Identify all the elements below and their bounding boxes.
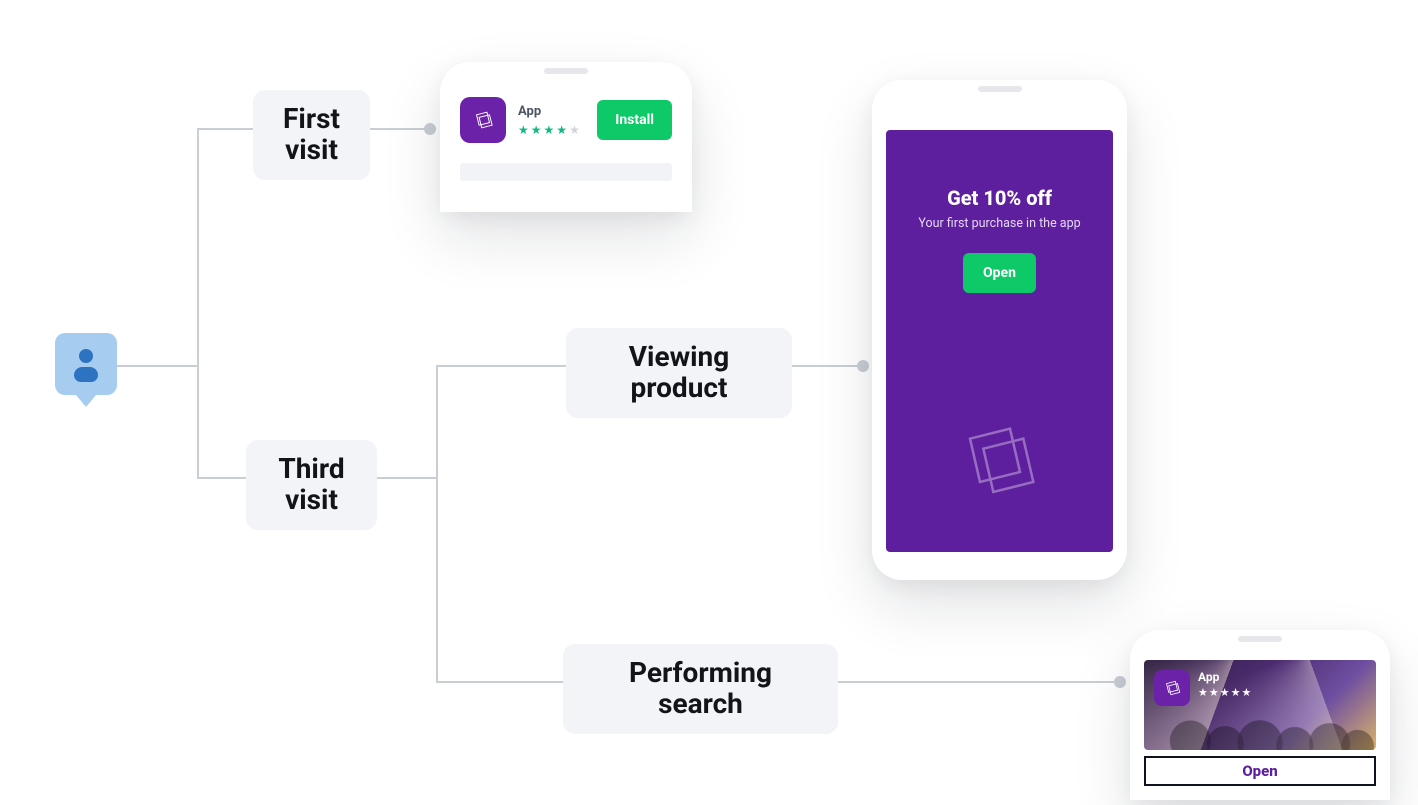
open-button[interactable]: Open: [1144, 756, 1376, 786]
connector: [436, 681, 566, 683]
offer-screen: Get 10% off Your first purchase in the a…: [886, 130, 1113, 552]
connector: [197, 128, 199, 479]
ticket-svg: [470, 107, 496, 133]
connector: [436, 365, 566, 367]
star-icon: ★: [1231, 686, 1241, 699]
app-name-label: App: [518, 104, 585, 119]
node-label: Third: [274, 454, 349, 485]
node-performing-search: Performing search: [563, 644, 838, 734]
connector: [197, 128, 253, 130]
install-card: App ★ ★ ★ ★ ★ Install: [460, 97, 672, 212]
connector: [370, 477, 436, 479]
node-label: Viewing: [594, 342, 764, 373]
install-button[interactable]: Install: [597, 100, 672, 140]
user-icon: [55, 333, 117, 395]
offer-headline: Get 10% off: [947, 186, 1052, 210]
node-label: visit: [281, 135, 342, 166]
connector: [197, 477, 253, 479]
star-icon: ★: [569, 123, 580, 137]
star-icon: ★: [1198, 686, 1208, 699]
node-label: product: [594, 373, 764, 404]
phone-notch: [978, 86, 1022, 92]
connector-endpoint: [1114, 676, 1126, 688]
node-label: visit: [274, 485, 349, 516]
ticket-icon: [1154, 670, 1190, 706]
user-body-icon: [74, 367, 98, 382]
promo-banner: App ★ ★ ★ ★ ★: [1144, 660, 1376, 750]
user-head-icon: [79, 349, 93, 363]
star-icon: ★: [1209, 686, 1219, 699]
phone-search-banner: App ★ ★ ★ ★ ★ Open: [1130, 630, 1390, 800]
open-button[interactable]: Open: [963, 253, 1036, 293]
rating-stars: ★ ★ ★ ★ ★: [518, 123, 585, 137]
phone-offer: Get 10% off Your first purchase in the a…: [872, 80, 1127, 580]
ticket-icon: [950, 412, 1050, 512]
phone-notch: [1238, 636, 1282, 642]
connector: [117, 365, 197, 367]
connector: [370, 128, 425, 130]
node-first-visit: First visit: [253, 90, 370, 180]
phone-notch: [544, 68, 588, 74]
node-label: search: [591, 689, 810, 720]
rating-stars: ★ ★ ★ ★ ★: [1198, 686, 1251, 699]
node-viewing-product: Viewing product: [566, 328, 792, 418]
node-label: Performing: [591, 658, 810, 689]
star-icon: ★: [518, 123, 529, 137]
ticket-icon: [460, 97, 506, 143]
connector-endpoint: [424, 123, 436, 135]
star-icon: ★: [531, 123, 542, 137]
flow-diagram: First visit Third visit Viewing product …: [0, 0, 1418, 805]
node-third-visit: Third visit: [246, 440, 377, 530]
phone-install-card: App ★ ★ ★ ★ ★ Install: [440, 62, 692, 212]
ticket-svg: [1161, 677, 1183, 699]
connector: [792, 365, 858, 367]
star-icon: ★: [1220, 686, 1230, 699]
offer-subline: Your first purchase in the app: [918, 216, 1080, 231]
skeleton-bar: [460, 163, 672, 181]
connector: [838, 681, 1114, 683]
connector-endpoint: [857, 360, 869, 372]
star-icon: ★: [1242, 686, 1252, 699]
connector: [436, 365, 438, 683]
app-name-label: App: [1198, 670, 1251, 684]
star-icon: ★: [556, 123, 567, 137]
node-label: First: [281, 104, 342, 135]
star-icon: ★: [544, 123, 555, 137]
